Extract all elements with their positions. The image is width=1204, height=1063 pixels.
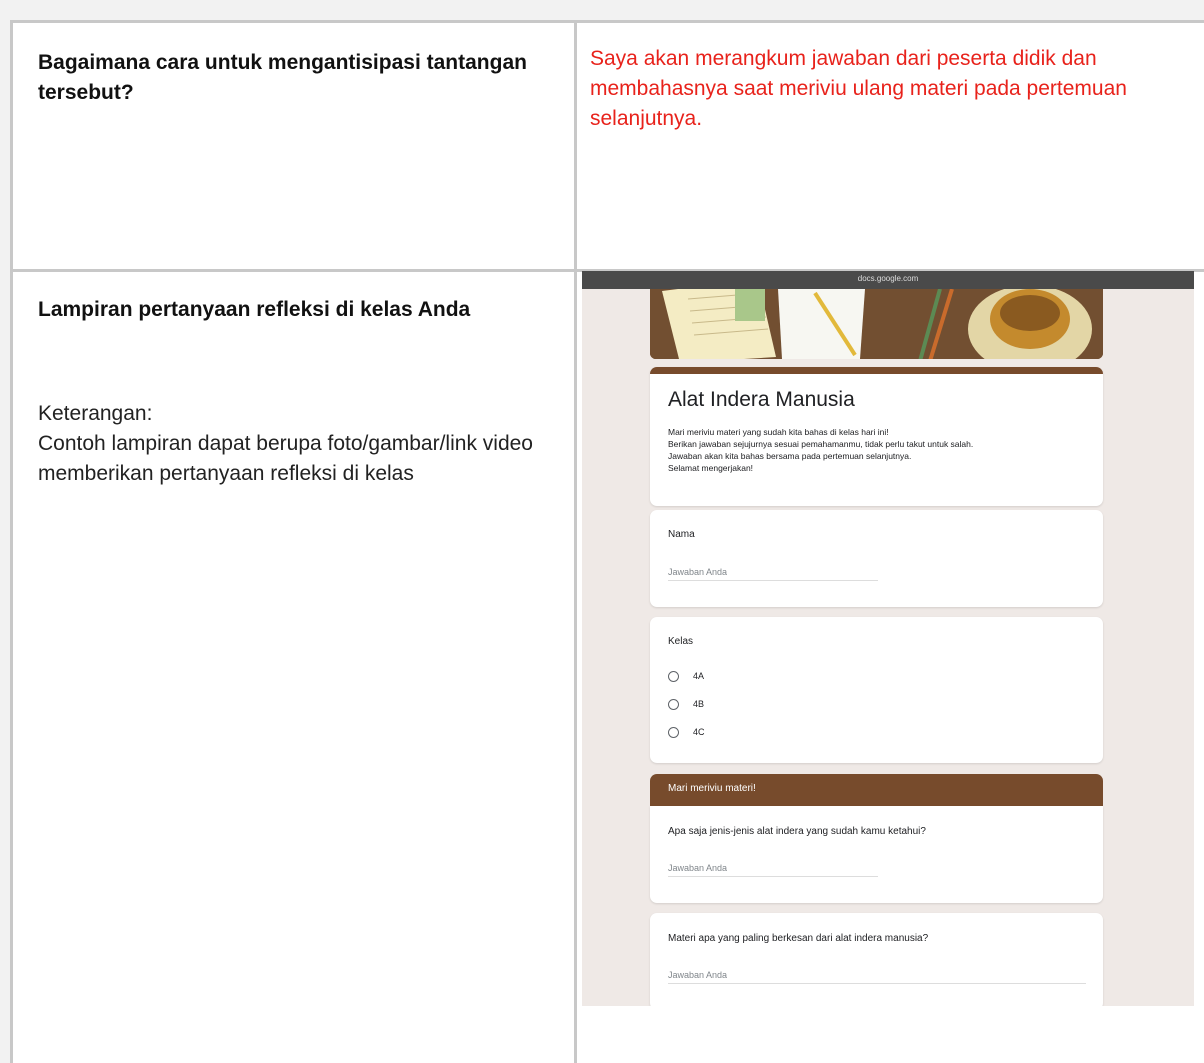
radio-option-4a[interactable]: 4A (668, 669, 704, 683)
q1-label: Apa saja jenis-jenis alat indera yang su… (668, 826, 926, 837)
q1-card: Apa saja jenis-jenis alat indera yang su… (650, 806, 1103, 903)
q1-input[interactable]: Jawaban Anda (668, 863, 878, 877)
column-divider (574, 23, 577, 1063)
name-question-card: Nama Jawaban Anda (650, 510, 1103, 607)
class-label: Kelas (668, 636, 694, 647)
url-bar: docs.google.com (582, 271, 1194, 289)
section-header: Mari meriviu materi! (650, 774, 1103, 806)
attachment-note: Keterangan: Contoh lampiran dapat berupa… (38, 399, 558, 489)
description-line: Mari meriviu materi yang sudah kita baha… (668, 427, 889, 437)
q2-input[interactable]: Jawaban Anda (668, 970, 1086, 984)
radio-button[interactable] (668, 670, 679, 682)
class-question-card: Kelas 4A 4B 4C (650, 617, 1103, 763)
form-title-card: Alat Indera Manusia Mari meriviu materi … (650, 367, 1103, 506)
description-line: Selamat mengerjakan! (668, 463, 754, 473)
note-text: Contoh lampiran dapat berupa foto/gambar… (38, 432, 533, 485)
name-label: Nama (668, 529, 695, 540)
section-title: Mari meriviu materi! (668, 783, 756, 794)
form-screenshot: docs.google.com Alat Indera Manusia Mari… (582, 271, 1194, 1006)
note-label: Keterangan: (38, 402, 153, 425)
description-line: Berikan jawaban sejujurnya sesuai pemaha… (668, 439, 974, 449)
radio-label: 4C (693, 727, 705, 737)
radio-button[interactable] (668, 698, 679, 710)
q2-card: Materi apa yang paling berkesan dari ala… (650, 913, 1103, 1006)
answer-cell: Saya akan merangkum jawaban dari peserta… (590, 47, 1127, 130)
q2-label: Materi apa yang paling berkesan dari ala… (668, 933, 929, 944)
radio-label: 4A (693, 671, 705, 681)
attachment-title: Lampiran pertanyaan refleksi di kelas An… (38, 298, 471, 321)
radio-button[interactable] (668, 726, 679, 738)
form-header-image (650, 289, 1103, 359)
radio-option-4b[interactable]: 4B (668, 697, 704, 711)
form-description: Mari meriviu materi yang sudah kita baha… (668, 426, 973, 474)
radio-label: 4B (693, 699, 705, 709)
radio-option-4c[interactable]: 4C (668, 725, 705, 739)
question-cell: Bagaimana cara untuk mengantisipasi tant… (38, 51, 527, 104)
form-title: Alat Indera Manusia (668, 388, 855, 411)
name-input[interactable]: Jawaban Anda (668, 567, 878, 581)
description-line: Jawaban akan kita bahas bersama pada per… (668, 451, 912, 461)
desk-illustration (650, 289, 1103, 359)
